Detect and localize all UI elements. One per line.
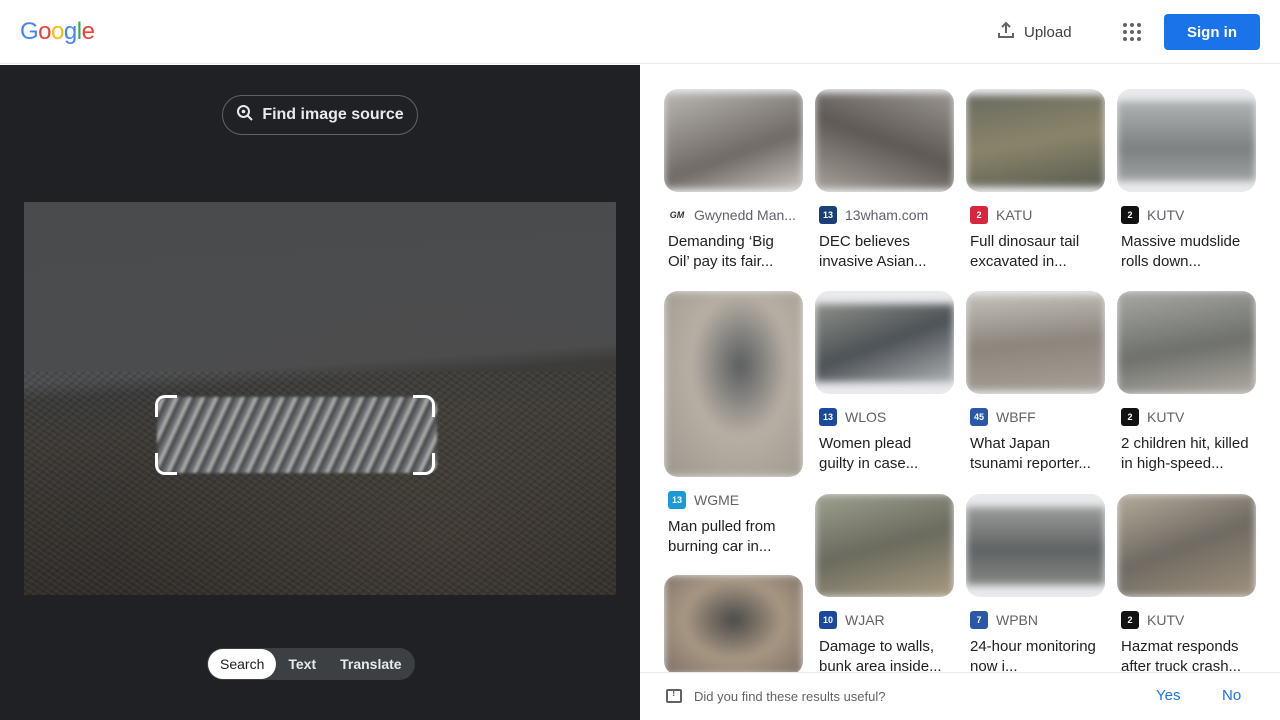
result-title: 2 children hit, killed in high-speed...: [1121, 435, 1249, 472]
result-card[interactable]: 2 KUTV 2 children hit, killed in high-spe…: [1117, 291, 1256, 474]
result-thumbnail[interactable]: [815, 291, 954, 394]
thumbnail-image: [815, 494, 954, 597]
result-title: Man pulled from burning car in...: [668, 518, 776, 555]
thumbnail-image: [815, 303, 954, 382]
result-title: Massive mudslide rolls down...: [1121, 233, 1241, 270]
crop-handle-top-right[interactable]: [413, 395, 435, 417]
selected-region[interactable]: [157, 397, 437, 473]
source-favicon-icon: 7: [970, 611, 988, 629]
thumbnail-image: [1117, 100, 1256, 181]
result-card[interactable]: [664, 575, 803, 672]
thumbnail-image: [664, 92, 803, 189]
source-favicon-icon: 2: [970, 206, 988, 224]
source-favicon-icon: 10: [819, 611, 837, 629]
result-source: 13 WGME: [668, 491, 803, 509]
result-thumbnail[interactable]: [664, 291, 803, 477]
result-source: 2 KUTV: [1121, 408, 1256, 426]
result-card[interactable]: GM Gwynedd Man... Demanding ‘Big Oil’ pay…: [664, 89, 803, 272]
sign-in-button[interactable]: Sign in: [1164, 14, 1260, 50]
result-card[interactable]: 13 WLOS Women plead guilty in case...: [815, 291, 954, 474]
thumbnail-image: [1117, 494, 1256, 597]
result-thumbnail[interactable]: [966, 89, 1105, 192]
result-title: What Japan tsunami reporter...: [970, 435, 1091, 472]
crop-handle-bottom-left[interactable]: [155, 453, 177, 475]
thumbnail-image: [815, 92, 954, 189]
find-image-source-button[interactable]: Find image source: [222, 95, 418, 135]
upload-label: Upload: [1024, 23, 1072, 41]
feedback-icon: [666, 688, 682, 703]
find-image-source-label: Find image source: [262, 106, 404, 123]
thumbnail-image: [966, 294, 1105, 391]
uploaded-image[interactable]: [24, 202, 616, 595]
result-title: Full dinosaur tail excavated in...: [970, 233, 1080, 270]
lens-panel: Find image source Search Text Translate: [0, 65, 640, 720]
source-favicon-icon: 13: [819, 408, 837, 426]
source-favicon-icon: 2: [1121, 206, 1139, 224]
result-thumbnail[interactable]: [966, 291, 1105, 394]
result-source: 2 KUTV: [1121, 611, 1256, 629]
result-thumbnail[interactable]: [664, 89, 803, 192]
feedback-question: Did you find these results useful?: [694, 689, 886, 704]
result-thumbnail[interactable]: [815, 494, 954, 597]
result-title: Women plead guilty in case...: [819, 435, 919, 472]
result-thumbnail[interactable]: [815, 89, 954, 192]
thumbnail-image: [966, 506, 1105, 585]
result-title: DEC believes invasive Asian...: [819, 233, 927, 270]
thumbnail-image: [664, 575, 803, 672]
result-card[interactable]: 2 KUTV Massive mudslide rolls down...: [1117, 89, 1256, 272]
result-source: 13 WLOS: [819, 408, 954, 426]
result-title: Hazmat responds after truck crash...: [1121, 638, 1242, 672]
result-title: Damage to walls, bunk area inside...: [819, 638, 942, 672]
top-bar: Google Upload Sign in: [0, 0, 1280, 64]
lens-search-icon: [236, 104, 254, 127]
crop-handle-bottom-right[interactable]: [413, 453, 435, 475]
result-card[interactable]: 13 13wham.com DEC believes invasive Asian…: [815, 89, 954, 272]
visual-matches-grid: GM Gwynedd Man... Demanding ‘Big Oil’ pay…: [640, 65, 1280, 672]
upload-icon: [996, 20, 1016, 44]
result-thumbnail[interactable]: [966, 494, 1105, 597]
tab-translate[interactable]: Translate: [328, 649, 413, 679]
result-card[interactable]: 45 WBFF What Japan tsunami reporter...: [966, 291, 1105, 474]
crop-handle-top-left[interactable]: [155, 395, 177, 417]
result-card[interactable]: 7 WPBN 24-hour monitoring now i...: [966, 494, 1105, 672]
result-thumbnail[interactable]: [1117, 291, 1256, 394]
result-source: 13 13wham.com: [819, 206, 954, 224]
tab-text[interactable]: Text: [276, 649, 328, 679]
google-logo[interactable]: Google: [20, 18, 95, 46]
source-favicon-icon: 2: [1121, 408, 1139, 426]
result-source: GM Gwynedd Man...: [669, 207, 796, 223]
result-thumbnail[interactable]: [1117, 494, 1256, 597]
source-favicon-icon: 2: [1121, 611, 1139, 629]
upload-button[interactable]: Upload: [988, 14, 1080, 50]
feedback-no-button[interactable]: No: [1222, 687, 1241, 704]
source-favicon-icon: 45: [970, 408, 988, 426]
source-favicon-icon: GM: [669, 210, 685, 220]
result-thumbnail[interactable]: [664, 575, 803, 672]
result-title: 24-hour monitoring now i...: [970, 638, 1096, 672]
source-favicon-icon: 13: [819, 206, 837, 224]
thumbnail-image: [664, 291, 803, 477]
apps-grid-icon[interactable]: [1116, 16, 1148, 48]
result-thumbnail[interactable]: [1117, 89, 1256, 192]
feedback-bar: Did you find these results useful? Yes N…: [640, 672, 1280, 720]
feedback-yes-button[interactable]: Yes: [1156, 687, 1180, 704]
tab-search[interactable]: Search: [208, 649, 277, 679]
result-title: Demanding ‘Big Oil’ pay its fair...: [668, 233, 774, 270]
result-card[interactable]: 2 KUTV Hazmat responds after truck crash.…: [1117, 494, 1256, 672]
thumbnail-image: [966, 94, 1105, 187]
result-source: 7 WPBN: [970, 611, 1105, 629]
lens-mode-tabs: Search Text Translate: [207, 648, 415, 680]
result-card[interactable]: 10 WJAR Damage to walls, bunk area inside…: [815, 494, 954, 672]
result-card[interactable]: 13 WGME Man pulled from burning car in...: [664, 291, 803, 557]
thumbnail-image: [1117, 291, 1256, 394]
result-card[interactable]: 2 KATU Full dinosaur tail excavated in...: [966, 89, 1105, 272]
result-source: 2 KATU: [970, 206, 1105, 224]
source-favicon-icon: 13: [668, 491, 686, 509]
result-source: 2 KUTV: [1121, 206, 1256, 224]
result-source: 45 WBFF: [970, 408, 1105, 426]
result-source: 10 WJAR: [819, 611, 954, 629]
